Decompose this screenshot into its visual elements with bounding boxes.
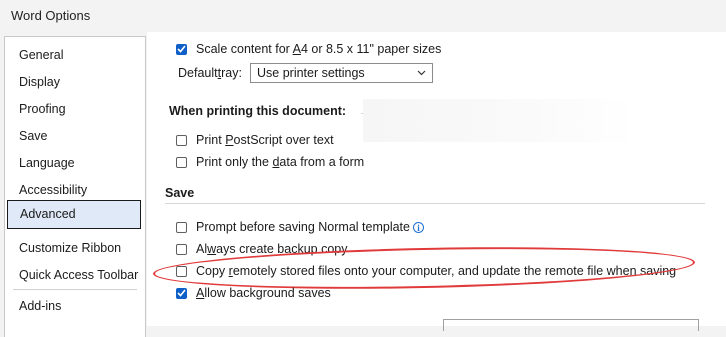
sidebar-divider <box>13 289 137 290</box>
default-tray-value: Use printer settings <box>257 66 365 80</box>
print-form-data-label: Print only the data from a form <box>196 155 365 169</box>
print-postscript-option[interactable]: Print PostScript over text <box>176 133 334 147</box>
background-saves-label: Allow background saves <box>196 286 331 300</box>
backup-copy-checkbox[interactable] <box>176 243 187 255</box>
print-form-data-option[interactable]: Print only the data from a form <box>176 155 364 169</box>
redacted-region <box>363 99 637 142</box>
background-saves-option[interactable]: Allow background saves <box>176 286 331 300</box>
sidebar-item-accessibility[interactable]: Accessibility <box>19 183 87 197</box>
advanced-options-panel: Scale content for A4 or 8.5 x 11" paper … <box>147 32 726 331</box>
sidebar-item-language[interactable]: Language <box>19 156 75 170</box>
options-sidebar: General Display Proofing Save Language A… <box>4 36 146 337</box>
sidebar-item-display[interactable]: Display <box>19 75 60 89</box>
background-saves-checkbox[interactable] <box>176 287 187 299</box>
sidebar-item-save[interactable]: Save <box>19 129 48 143</box>
print-form-data-checkbox[interactable] <box>176 156 187 168</box>
sidebar-item-advanced[interactable]: Advanced <box>7 200 141 229</box>
default-tray-label: Default t ray: <box>178 66 242 80</box>
save-heading: Save <box>165 186 195 200</box>
info-icon[interactable]: i <box>412 221 424 233</box>
sidebar-item-add-ins[interactable]: Add-ins <box>19 299 61 313</box>
printing-document-heading: When printing this document: <box>169 104 347 118</box>
default-tray-select[interactable]: Use printer settings <box>250 63 433 83</box>
sidebar-item-proofing[interactable]: Proofing <box>19 102 66 116</box>
print-postscript-checkbox[interactable] <box>176 134 187 146</box>
prompt-normal-template-label: Prompt before saving Normal template <box>196 220 410 234</box>
sidebar-item-advanced-label: Advanced <box>20 207 76 221</box>
save-divider <box>165 203 705 204</box>
scale-content-checkbox[interactable] <box>176 43 187 55</box>
window-title: Word Options <box>11 8 91 23</box>
title-bar: Word Options <box>0 0 726 32</box>
scale-content-option[interactable]: Scale content for A4 or 8.5 x 11" paper … <box>176 42 441 56</box>
prompt-normal-template-checkbox[interactable] <box>176 221 187 233</box>
print-postscript-label: Print PostScript over text <box>196 133 334 147</box>
scale-content-label: Scale content for A4 or 8.5 x 11" paper … <box>196 42 442 56</box>
sidebar-item-general[interactable]: General <box>19 48 63 62</box>
sidebar-item-quick-access-toolbar[interactable]: Quick Access Toolbar <box>19 268 138 282</box>
sidebar-item-customize-ribbon[interactable]: Customize Ribbon <box>19 241 121 255</box>
prompt-normal-template-option[interactable]: Prompt before saving Normal template i <box>176 220 424 234</box>
chevron-down-icon <box>417 70 426 76</box>
partial-dropdown[interactable] <box>443 319 699 331</box>
